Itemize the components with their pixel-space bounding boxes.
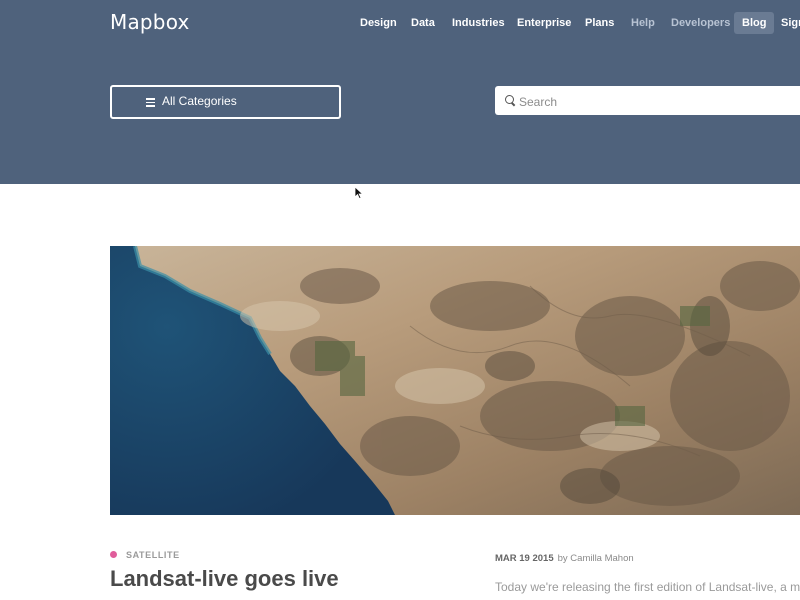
satellite-image <box>110 246 800 515</box>
nav-item-developers[interactable]: Developers <box>671 12 730 34</box>
nav-item-enterprise[interactable]: Enterprise <box>517 12 571 34</box>
post-category-label: SATELLITE <box>126 550 180 560</box>
search-box[interactable] <box>495 86 800 117</box>
nav-item-blog[interactable]: Blog <box>734 12 775 34</box>
post-date: MAR 19 2015 <box>495 553 554 564</box>
post-title[interactable]: Landsat-live goes live <box>110 566 339 592</box>
nav-item-design[interactable]: Design <box>360 12 397 34</box>
post-category[interactable]: SATELLITE <box>110 550 180 560</box>
main-nav: Design Data Industries Enterprise Plans … <box>0 12 800 36</box>
post-feature-image[interactable] <box>110 246 800 515</box>
nav-item-plans[interactable]: Plans <box>585 12 614 34</box>
nav-item-industries[interactable]: Industries <box>452 12 505 34</box>
all-categories-button[interactable]: All Categories <box>110 85 341 119</box>
nav-item-help[interactable]: Help <box>631 12 655 34</box>
mouse-pointer-icon <box>354 186 364 200</box>
post-excerpt: Today we're releasing the first edition … <box>495 580 800 594</box>
post-author: by Camilla Mahon <box>557 553 634 564</box>
search-input[interactable] <box>517 86 800 117</box>
header-hero: Mapbox Design Data Industries Enterprise… <box>0 0 800 184</box>
menu-icon <box>146 98 155 107</box>
all-categories-label: All Categories <box>162 94 237 108</box>
category-dot-icon <box>110 551 117 558</box>
search-icon <box>505 95 514 104</box>
nav-item-sign[interactable]: Sign <box>781 12 800 34</box>
post-meta: MAR 19 2015 by Camilla Mahon <box>495 553 634 564</box>
nav-item-data[interactable]: Data <box>411 12 435 34</box>
